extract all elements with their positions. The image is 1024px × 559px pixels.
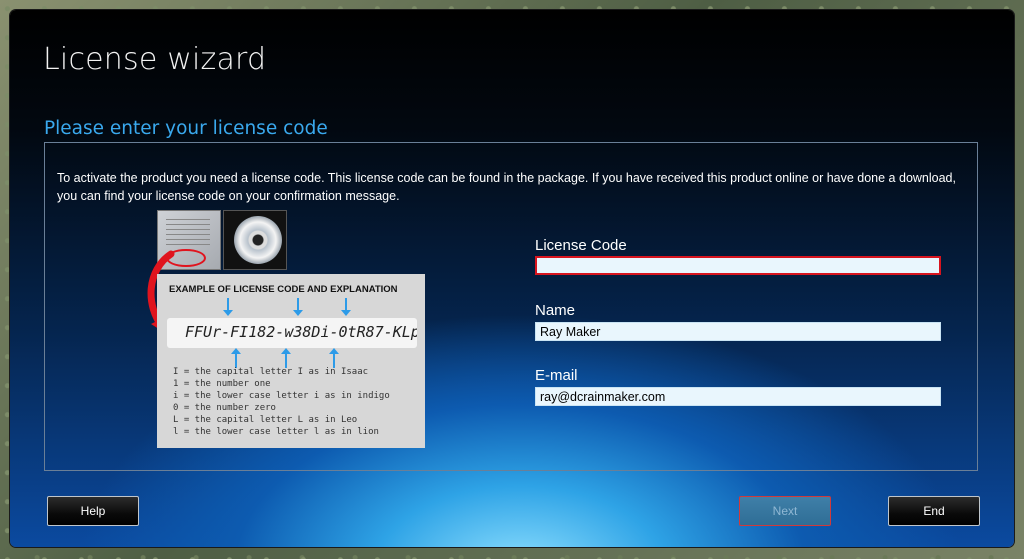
example-code-strip: FFUr-FI182-w38Di-0tR87-KLpDl-7B3S [167, 318, 417, 348]
legend-item: 1 = the number one [173, 379, 271, 389]
license-code-example-card: EXAMPLE OF LICENSE CODE AND EXPLANATION … [157, 274, 425, 448]
legend-item: l = the lower case letter l as in lion [173, 427, 379, 437]
license-code-illustration: EXAMPLE OF LICENSE CODE AND EXPLANATION … [147, 210, 427, 450]
wizard-title: License wizard [43, 42, 267, 77]
step-heading: Please enter your license code [44, 118, 328, 139]
name-label: Name [535, 302, 576, 319]
license-code-input[interactable] [535, 256, 941, 275]
product-disc-image [223, 210, 287, 270]
example-license-code: FFUr-FI182-w38Di-0tR87-KLpDl-7B3S [185, 323, 417, 341]
arrow-down-icon [293, 298, 303, 316]
email-label: E-mail [535, 367, 578, 384]
character-legend: I = the capital letter I as in Isaac 1 =… [173, 366, 390, 438]
legend-item: 0 = the number zero [173, 403, 276, 413]
content-panel: To activate the product you need a licen… [44, 142, 978, 471]
example-heading: EXAMPLE OF LICENSE CODE AND EXPLANATION [169, 284, 398, 295]
disc-icon [234, 216, 282, 264]
next-button[interactable]: Next [739, 496, 831, 526]
legend-item: L = the capital letter L as in Leo [173, 415, 358, 425]
arrow-down-icon [341, 298, 351, 316]
end-button[interactable]: End [888, 496, 980, 526]
license-code-label: License Code [535, 237, 627, 254]
arrow-down-icon [223, 298, 233, 316]
legend-item: I = the capital letter I as in Isaac [173, 367, 369, 377]
intro-text: To activate the product you need a licen… [57, 171, 956, 203]
legend-item: i = the lower case letter i as in indigo [173, 391, 390, 401]
license-wizard-window: License wizard Please enter your license… [10, 10, 1014, 547]
help-button[interactable]: Help [47, 496, 139, 526]
name-input[interactable] [535, 322, 941, 341]
email-input[interactable] [535, 387, 941, 406]
